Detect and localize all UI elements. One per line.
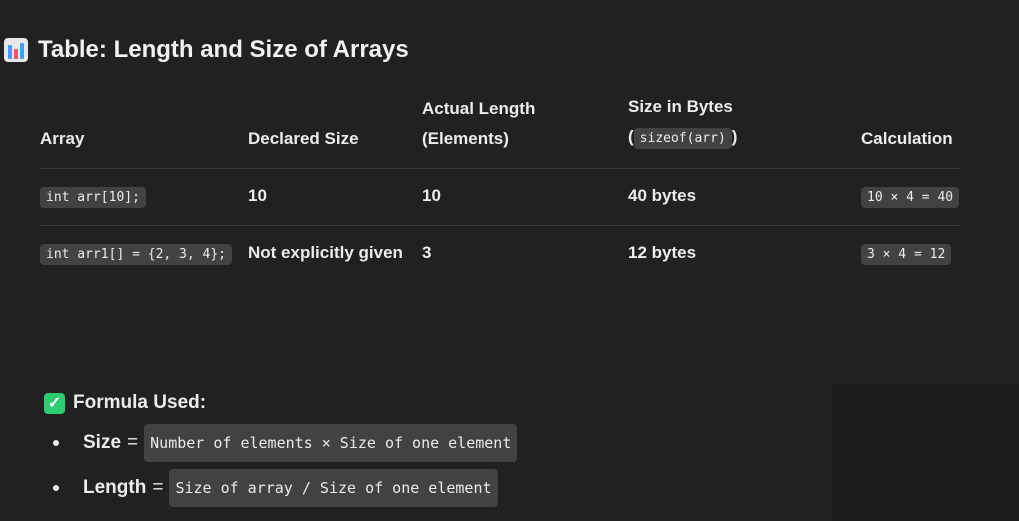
cell-declared: Not explicitly given [248,243,403,262]
page-title: Table: Length and Size of Arrays [4,36,409,64]
formula-heading: ✓ Formula Used: [44,392,206,414]
formula-list: Size = Number of elements × Size of one … [50,420,518,510]
bullet-icon [53,484,59,491]
inline-code: int arr1[] = {2, 3, 4}; [40,244,233,265]
cell-bytes: 12 bytes [628,243,697,262]
cell-calc: 10 × 4 = 40 [861,168,960,226]
formula-label: Size [83,431,122,453]
inline-code: sizeof(arr) [633,128,732,149]
inline-code: int arr[10]; [40,187,146,208]
inline-code: Size of array / Size of one element [169,468,498,507]
list-item: Length = Size of array / Size of one ele… [50,465,517,510]
table-row: int arr1[] = {2, 3, 4}; Not explicitly g… [40,226,960,283]
cell-array: int arr[10]; [40,168,248,226]
equals-sign: = [127,431,139,453]
header-array: Array [40,92,248,169]
page-title-text: Table: Length and Size of Arrays [38,36,409,63]
list-item: Size = Number of elements × Size of one … [50,420,518,465]
table-row: int arr[10]; 10 10 40 bytes 10 × 4 = 40 [40,168,960,226]
formula-heading-text: Formula Used: [73,392,207,413]
cell-calc: 3 × 4 = 12 [861,226,960,283]
inline-code: 10 × 4 = 40 [861,187,960,208]
formula-label: Length [83,476,147,498]
arrays-table: Array Declared Size Actual Length (Elemen… [40,92,960,282]
inline-code: 3 × 4 = 12 [861,244,952,265]
inline-code: Number of elements × Size of one element [144,423,518,462]
cell-bytes: 40 bytes [628,168,861,226]
cell-declared: 10 [248,168,422,226]
bar-chart-icon [4,38,28,62]
table-header-row: Array Declared Size Actual Length (Elemen… [40,92,960,169]
check-mark-icon: ✓ [44,392,65,414]
header-declared-size: Declared Size [248,92,422,169]
bullet-icon [53,439,59,446]
header-actual-length: Actual Length (Elements) [422,92,628,169]
cell-length: 3 [422,243,432,262]
header-size-in-bytes: Size in Bytes(sizeof(arr)) [628,92,861,169]
equals-sign: = [152,476,164,498]
cell-array: int arr1[] = {2, 3, 4}; [40,226,248,283]
scroll-shadow-area [832,384,1019,521]
header-calculation: Calculation [861,92,960,169]
cell-length: 10 [422,168,628,226]
